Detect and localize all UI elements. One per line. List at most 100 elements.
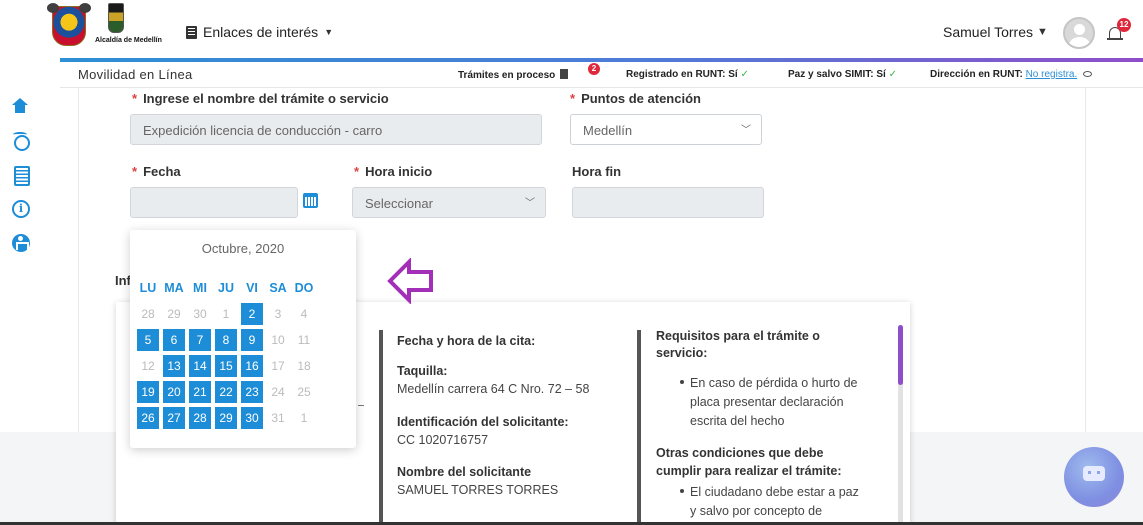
- requisito-item: En caso de pérdida o hurto de: [680, 374, 857, 393]
- bullet: [680, 380, 684, 384]
- medellin-emblem-icon: [108, 3, 124, 33]
- radar-icon[interactable]: [12, 132, 30, 151]
- fecha-hora-label: Fecha y hora de la cita:: [397, 334, 536, 348]
- check-icon: ✓: [888, 69, 897, 80]
- calendar-day-available[interactable]: 28: [189, 407, 211, 429]
- calendar-day-available[interactable]: 7: [189, 329, 211, 351]
- taquilla-value: Medellín carrera 64 C Nro. 72 – 58: [397, 382, 590, 396]
- required-marker: *: [570, 91, 576, 106]
- check-icon: ✓: [740, 69, 749, 80]
- calendar-day-available[interactable]: 22: [215, 381, 237, 403]
- hora-inicio-value: Seleccionar: [365, 196, 433, 211]
- identificacion-value: CC 1020716757: [397, 433, 489, 447]
- building-icon: [186, 25, 197, 39]
- avatar[interactable]: [1063, 17, 1095, 49]
- calendar-day-unavailable: 30: [193, 307, 207, 321]
- calendar-month-year[interactable]: Octubre, 2020: [130, 241, 356, 256]
- top-header: Alcaldía de Medellín Enlaces de interés …: [0, 0, 1143, 58]
- eye-icon[interactable]: [1083, 71, 1093, 77]
- robot-icon: [1083, 466, 1105, 481]
- colombia-shield-logo: [47, 3, 91, 46]
- calendar-day-available[interactable]: 16: [241, 355, 263, 377]
- calendar-day-available[interactable]: 8: [215, 329, 237, 351]
- links-menu-label: Enlaces de interés: [203, 24, 319, 40]
- info-section-label: Inf: [115, 273, 131, 288]
- identificacion-label: Identificación del solicitante:: [397, 415, 569, 429]
- direccion-label: Dirección en RUNT:: [930, 69, 1023, 80]
- scrollbar-thumb[interactable]: [898, 325, 903, 385]
- info-icon[interactable]: i: [12, 200, 30, 218]
- weekday-label: DO: [294, 281, 314, 295]
- calendar-day-available[interactable]: 29: [215, 407, 237, 429]
- calendar-day-available[interactable]: 9: [241, 329, 263, 351]
- calendar-day-available[interactable]: 15: [215, 355, 237, 377]
- calendar-icon[interactable]: [303, 193, 318, 208]
- simit-status: Paz y salvo SIMIT: Sí ✓: [788, 69, 897, 80]
- calendar-day-unavailable: 31: [271, 411, 285, 425]
- home-icon[interactable]: [12, 98, 28, 114]
- weekday-label: SA: [269, 281, 287, 295]
- otra-item-cont: y salvo por concepto de: [690, 504, 823, 518]
- calendar-day-unavailable: 17: [271, 359, 285, 373]
- direccion-link[interactable]: No registra.: [1026, 69, 1078, 80]
- calendar-day-unavailable: 29: [167, 307, 181, 321]
- hora-inicio-label: * Hora inicio: [354, 164, 433, 179]
- weekday-label: VI: [246, 281, 258, 295]
- puntos-select[interactable]: Medellín ﹀: [570, 114, 762, 145]
- otras-title-cont: cumplir para realizar el trámite:: [656, 464, 842, 478]
- status-bar: Movilidad en Línea Trámites en proceso 2…: [60, 62, 1143, 88]
- runt-label: Registrado en RUNT:: [626, 69, 726, 80]
- requisito-item-cont: escrita del hecho: [690, 414, 785, 428]
- alcaldia-logo[interactable]: Alcaldía de Medellín: [95, 3, 162, 49]
- calendar-day-available[interactable]: 19: [137, 381, 159, 403]
- ticket-divider: [379, 330, 383, 525]
- ticket-divider: [637, 330, 641, 525]
- hora-inicio-select[interactable]: Seleccionar ﹀: [352, 187, 546, 218]
- calendar-day-unavailable: 11: [297, 333, 311, 347]
- puntos-select-value: Medellín: [583, 123, 633, 138]
- nombre-label: Nombre del solicitante: [397, 465, 532, 479]
- calendar-day-unavailable: 10: [271, 333, 285, 347]
- alcaldia-logo-text: Alcaldía de Medellín: [95, 37, 162, 44]
- document-icon: [560, 69, 569, 79]
- tramite-input[interactable]: Expedición licencia de conducción - carr…: [130, 114, 542, 145]
- calendar-day-available[interactable]: 26: [137, 407, 159, 429]
- tramites-count-badge: 2: [588, 63, 600, 75]
- calendar-day-available[interactable]: 27: [163, 407, 185, 429]
- list-icon[interactable]: [12, 166, 30, 186]
- user-name: Samuel Torres: [943, 24, 1034, 40]
- caret-down-icon: ▼: [324, 27, 334, 37]
- links-menu[interactable]: Enlaces de interés ▼: [186, 24, 333, 40]
- accessibility-icon[interactable]: [12, 234, 30, 252]
- otra-item: El ciudadano debe estar a paz: [680, 483, 859, 502]
- hora-fin-input[interactable]: [572, 187, 764, 218]
- calendar-day-available[interactable]: 2: [241, 303, 263, 325]
- calendar-day-available[interactable]: 23: [241, 381, 263, 403]
- calendar-day-available[interactable]: 5: [137, 329, 159, 351]
- direccion-status: Dirección en RUNT: No registra.: [930, 69, 1093, 80]
- calendar-day-available[interactable]: 20: [163, 381, 185, 403]
- calendar-day-available[interactable]: 13: [163, 355, 185, 377]
- calendar-day-available[interactable]: 14: [189, 355, 211, 377]
- bullet: [680, 489, 684, 493]
- simit-value: Sí: [876, 69, 886, 80]
- calendar-day-unavailable: 18: [297, 359, 311, 373]
- calendar-day-available[interactable]: 30: [241, 407, 263, 429]
- nombre-value: SAMUEL TORRES TORRES: [397, 483, 559, 497]
- required-marker: *: [132, 164, 138, 179]
- fecha-input[interactable]: [130, 187, 298, 218]
- calendar-day-available[interactable]: 6: [163, 329, 185, 351]
- user-menu[interactable]: Samuel Torres ▼: [943, 24, 1048, 40]
- runt-status: Registrado en RUNT: Sí ✓: [626, 69, 749, 80]
- page-title: Movilidad en Línea: [78, 67, 193, 82]
- taquilla-label: Taquilla:: [397, 364, 448, 378]
- required-marker: *: [354, 164, 360, 179]
- requisito-item-cont: placa presentar declaración: [690, 395, 844, 409]
- hora-fin-label: Hora fin: [572, 164, 622, 179]
- calendar-day-available[interactable]: 21: [189, 381, 211, 403]
- chevron-down-icon: ﹀: [525, 198, 535, 209]
- tramites-status[interactable]: Trámites en proceso: [458, 69, 569, 81]
- calendar-day-unavailable: 12: [141, 359, 155, 373]
- caret-down-icon: ▼: [1037, 26, 1048, 38]
- calendar-day-unavailable: 1: [222, 307, 230, 321]
